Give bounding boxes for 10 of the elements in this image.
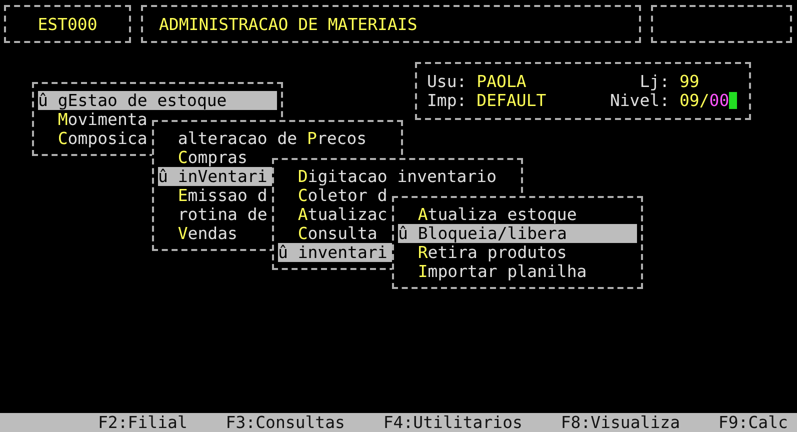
info-value: 09/00 [679, 91, 730, 110]
info-value: 99 [679, 72, 700, 91]
program-title: ADMINISTRACAO DE MATERIAIS [141, 5, 641, 43]
info-value: PAOLA [476, 72, 528, 91]
program-code: EST000 [4, 5, 131, 43]
info-label: Imp: [427, 91, 468, 110]
info-label: Usu: [427, 72, 468, 91]
info-label: Nivel: [610, 91, 670, 110]
info-value: DEFAULT [476, 91, 548, 110]
info-label: Lj: [638, 72, 670, 91]
